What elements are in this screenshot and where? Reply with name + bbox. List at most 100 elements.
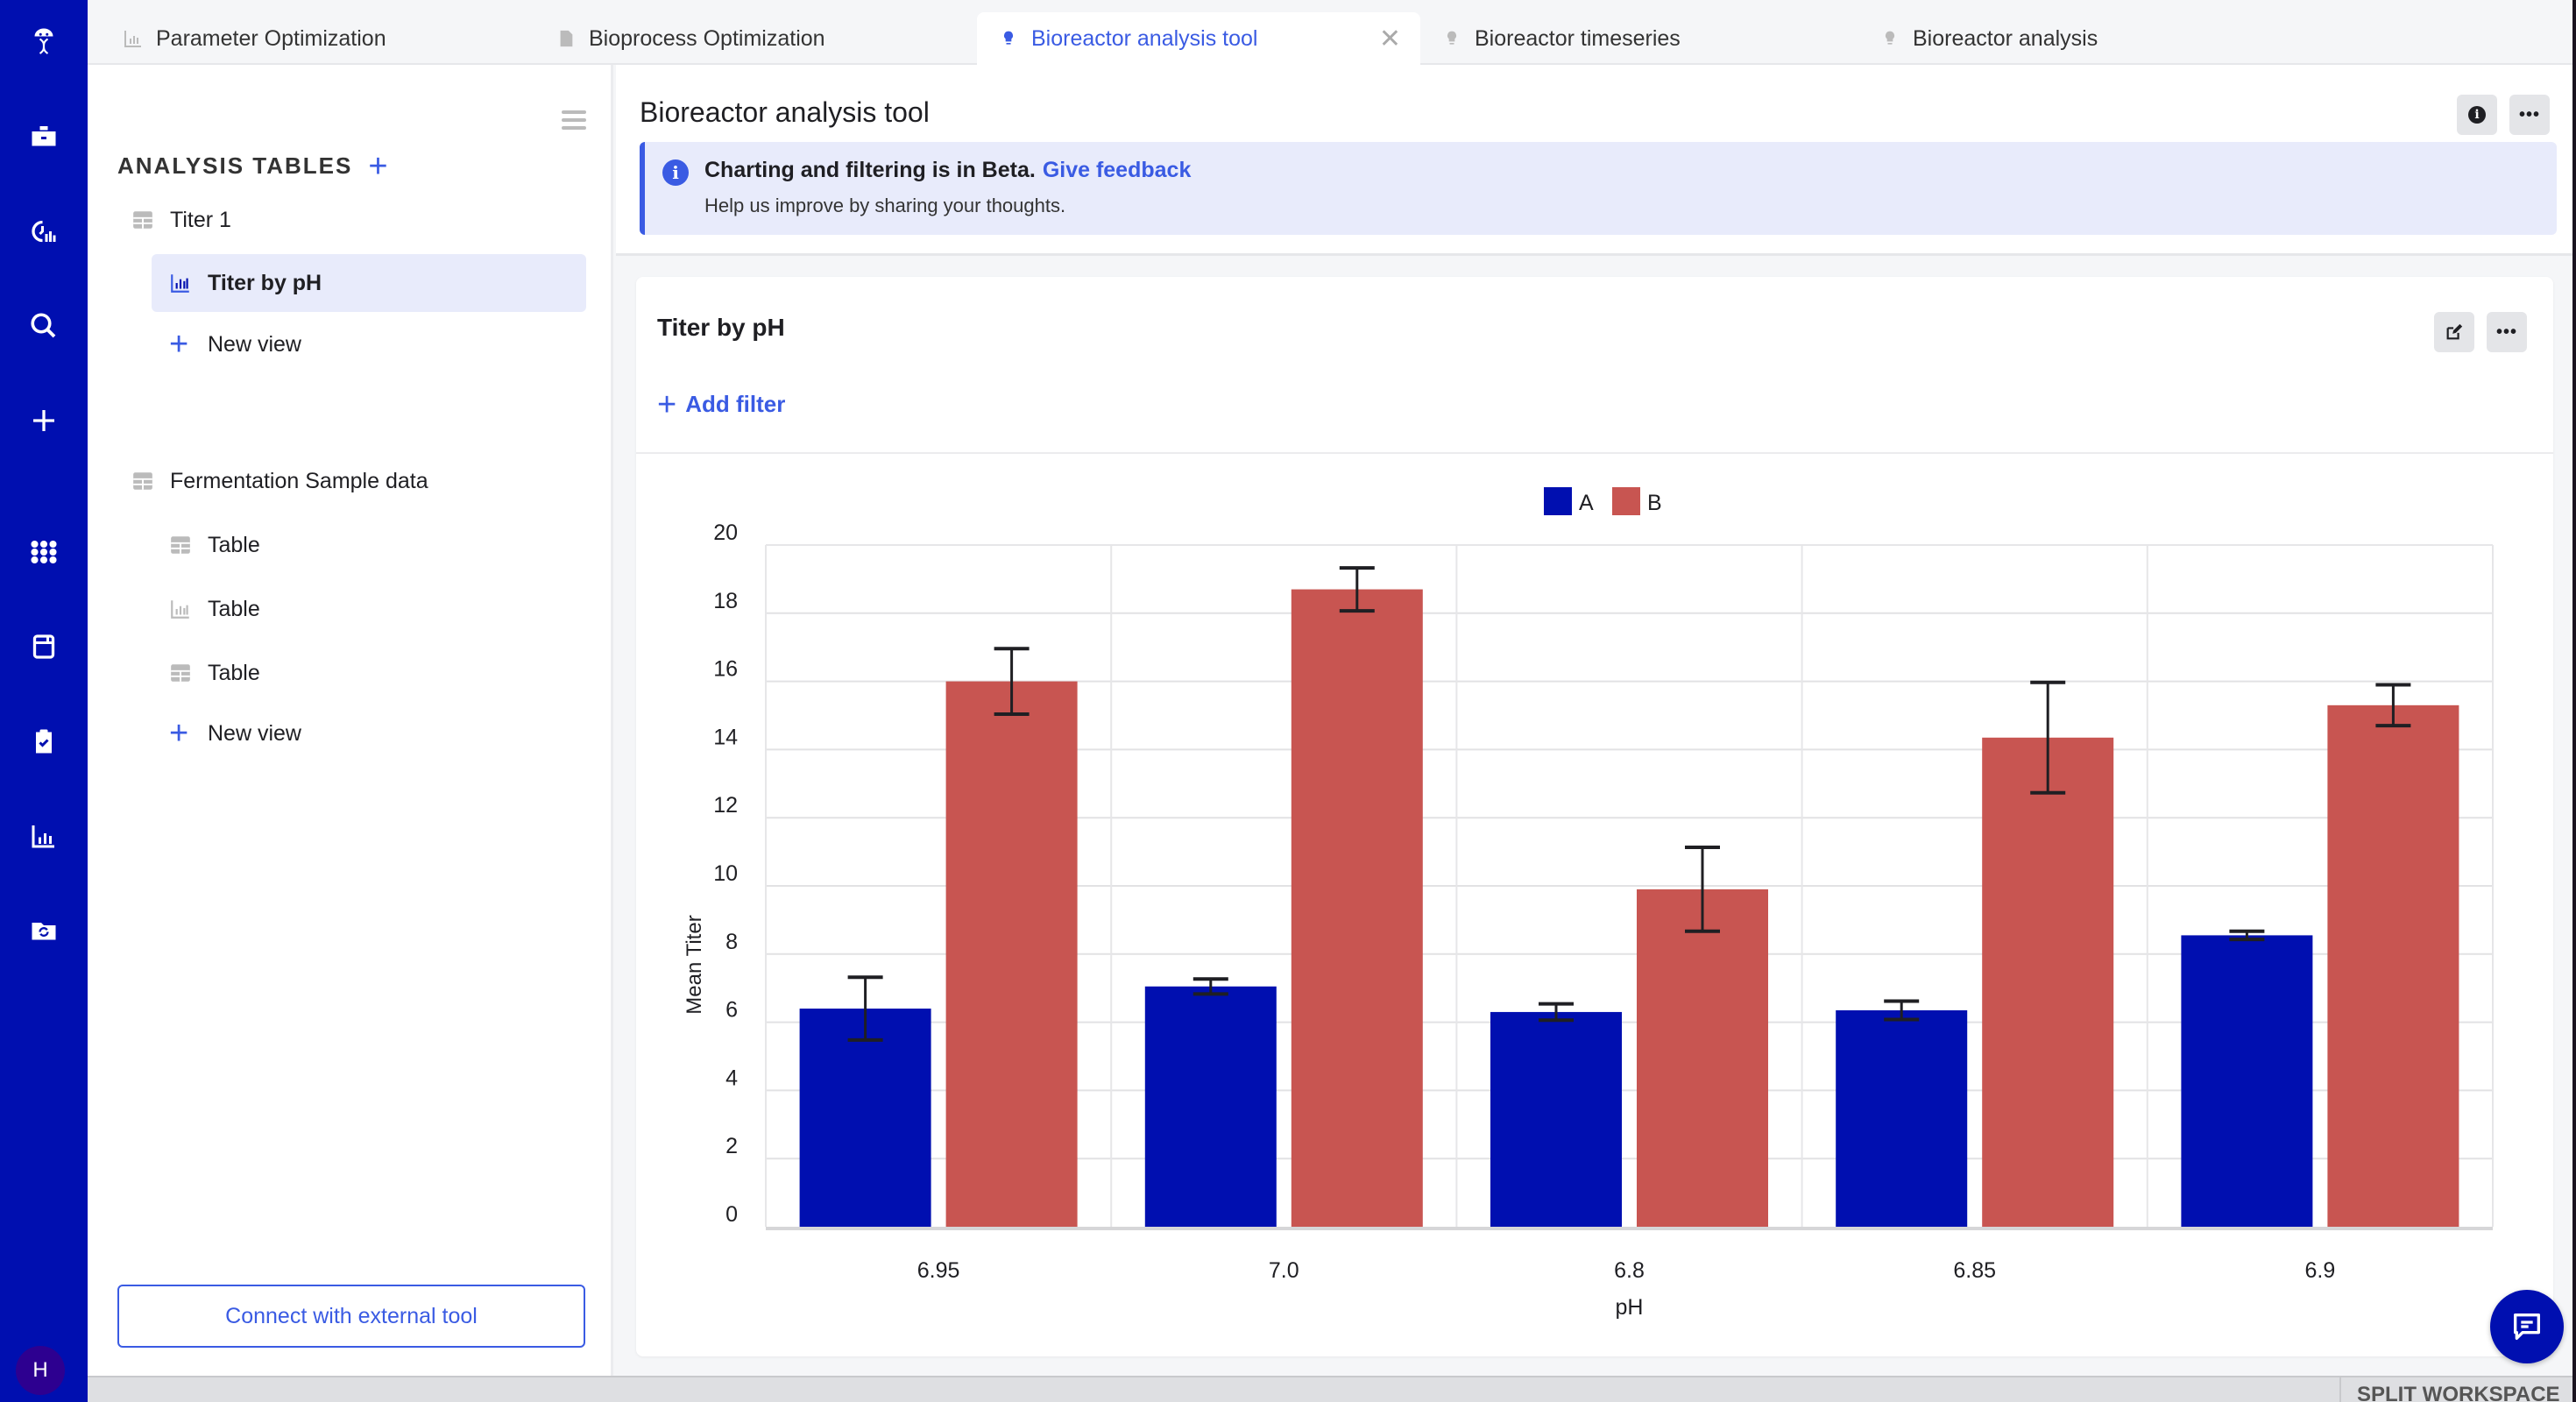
x-axis-label: pH [1616,1295,1644,1320]
info-button[interactable]: i [2457,95,2497,135]
y-tick-label: 16 [713,657,738,682]
tree-item-label: Titer by pH [208,270,322,295]
search-icon[interactable] [25,307,63,345]
add-filter-label: Add filter [685,391,786,417]
bar-B [2327,705,2459,1227]
tree-item-label: Table [208,532,260,557]
edit-chart-button[interactable] [2434,312,2474,352]
lightbulb-icon [1441,27,1462,50]
tab-bioreactor-analysis[interactable]: Bioreactor analysis [1858,12,2296,65]
table-icon [131,209,154,231]
add-table-button[interactable]: + [368,150,389,183]
x-tick-label: 6.95 [917,1258,960,1283]
new-view-button[interactable]: + New view [169,315,572,373]
section-title-label: ANALYSIS TABLES [117,152,353,179]
banner-title-text: Charting and filtering is in Beta. [704,158,1036,182]
bar-chart-icon [169,272,192,294]
analytics-icon[interactable] [25,212,63,251]
tree-item-titer-1[interactable]: Titer 1 [131,191,570,249]
y-tick-label: 18 [713,589,738,613]
lightbulb-icon [1879,27,1900,50]
chart-card-title: Titer by pH [657,314,785,341]
apps-grid-icon[interactable] [25,533,63,571]
tab-label: Bioreactor timeseries [1475,25,1681,51]
tree-item-label: Fermentation Sample data [170,468,428,493]
lightbulb-icon [998,27,1019,50]
notebook-icon[interactable] [25,627,63,666]
tree-item-titer-by-ph[interactable]: Titer by pH [152,254,586,312]
bottom-bar [88,1376,2572,1402]
y-tick-label: 14 [713,725,738,749]
tab-label: Bioreactor analysis tool [1031,25,1258,51]
y-tick-label: 8 [725,930,738,954]
y-tick-label: 10 [713,861,738,886]
bar-A [1836,1009,1968,1227]
y-tick-label: 12 [713,793,738,818]
app: H Parameter Optimization Bioprocess Opti… [0,0,2576,1402]
plus-icon[interactable] [25,401,63,440]
connect-external-tool-button[interactable]: Connect with external tool [117,1285,585,1348]
bar-chart-icon[interactable] [25,817,63,855]
close-tab-icon[interactable]: ✕ [1379,24,1401,54]
table-icon [131,470,154,492]
tab-parameter-optimization[interactable]: Parameter Optimization [102,12,540,65]
plus-icon: + [169,326,189,363]
bar-B [1982,737,2114,1227]
section-title: ANALYSIS TABLES + [117,150,390,183]
plus-icon: + [169,715,189,752]
tab-label: Parameter Optimization [156,25,386,51]
tree-item-table[interactable]: Table [169,580,572,638]
tree-item-table[interactable]: Table [169,644,572,702]
legend-label-B: B [1647,491,1662,515]
table-icon [169,662,192,684]
x-tick-label: 6.8 [1614,1258,1645,1283]
chat-button[interactable] [2490,1290,2564,1363]
page-title: Bioreactor analysis tool [640,96,930,128]
tab-bioreactor-timeseries[interactable]: Bioreactor timeseries [1420,12,1858,65]
bar-A [1490,1011,1622,1227]
briefcase-icon[interactable] [25,117,63,156]
info-icon: i [662,159,689,186]
info-icon: i [2468,106,2486,124]
split-workspace-button[interactable]: SPLIT WORKSPACE [2339,1376,2572,1402]
more-icon: ••• [2495,322,2517,342]
bar-chart-icon [169,598,192,620]
tab-bioprocess-optimization[interactable]: Bioprocess Optimization [534,12,973,65]
legend-label-A: A [1579,491,1594,515]
nav-rail: H [0,0,88,1402]
tab-label: Bioprocess Optimization [589,25,825,51]
y-axis-label: Mean Titer [683,915,706,1014]
x-tick-label: 7.0 [1269,1258,1299,1283]
window-edge [2572,0,2576,1402]
tree-item-table[interactable]: Table [169,516,572,574]
clipboard-check-icon[interactable] [25,722,63,761]
folder-sync-icon[interactable] [25,911,63,950]
chart-card: Titer by pH ••• + Add filter 0 2 4 6 8 10 12 14… [636,277,2553,1356]
table-icon [169,534,192,556]
page-header: Bioreactor analysis tool i ••• i Chartin… [616,65,2572,256]
more-icon: ••• [2518,105,2540,124]
x-tick-label: 6.9 [2305,1258,2336,1283]
tree-item-label: New view [208,331,301,357]
tree-item-fermentation-sample-data[interactable]: Fermentation Sample data [131,452,570,510]
edit-icon [2446,323,2463,340]
document-icon [556,27,577,50]
bar-A [1144,986,1277,1227]
tab-bioreactor-analysis-tool[interactable]: Bioreactor analysis tool ✕ [977,12,1420,65]
hamburger-menu-icon[interactable] [562,110,586,130]
add-filter-button[interactable]: + Add filter [657,388,786,421]
banner-subtitle: Help us improve by sharing your thoughts… [704,195,1066,216]
tab-bar: Parameter Optimization Bioprocess Optimi… [88,0,2572,65]
y-tick-label: 20 [713,520,738,545]
new-view-button[interactable]: + New view [169,705,572,762]
more-options-button[interactable]: ••• [2509,95,2550,135]
logo-icon[interactable] [25,21,63,60]
beta-banner: i Charting and filtering is in Beta. Give… [640,142,2557,235]
user-avatar[interactable]: H [16,1346,65,1395]
bar-chart-icon [123,27,144,50]
tab-label: Bioreactor analysis [1913,25,2098,51]
give-feedback-link[interactable]: Give feedback [1043,158,1192,182]
chart-more-button[interactable]: ••• [2487,312,2527,352]
tree-item-label: Titer 1 [170,207,231,232]
analysis-tables-panel: ANALYSIS TABLES + Titer 1 Titer by pH + … [88,65,613,1376]
